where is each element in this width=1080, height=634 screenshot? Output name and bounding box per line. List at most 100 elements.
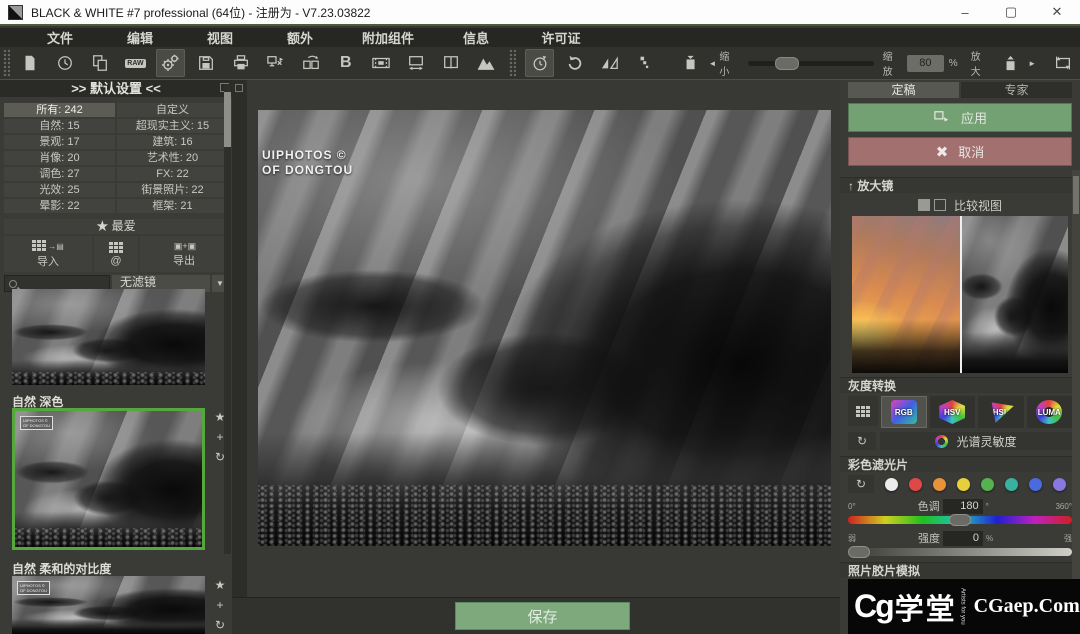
bottom-bar: 保存	[232, 597, 840, 634]
tab-finalize[interactable]: 定稿	[848, 82, 959, 98]
intensity-slider-handle[interactable]	[848, 546, 870, 558]
filter-white-dot[interactable]	[885, 478, 898, 491]
site-watermark-banner: Cg 学堂 Artists for you CGaep.Com	[848, 579, 1080, 634]
add-preset-icon[interactable]: +	[216, 430, 223, 444]
presets-panel-header[interactable]: >> 默认设置 <<	[0, 80, 232, 97]
grayscale-section-header[interactable]: 灰度转换	[840, 377, 1072, 393]
zoom-out-page-icon[interactable]	[676, 49, 705, 77]
preset-thumbnail-1[interactable]	[12, 289, 205, 385]
category-fx[interactable]: FX: 22	[117, 167, 228, 181]
print-button[interactable]	[226, 49, 255, 77]
compare-divider[interactable]	[960, 216, 962, 373]
add-preset-icon[interactable]: +	[216, 598, 223, 612]
close-button[interactable]: ✕	[1034, 0, 1080, 24]
category-all[interactable]: 所有: 242	[4, 103, 115, 117]
apply-button[interactable]: 应用	[848, 103, 1072, 132]
filter-orange-dot[interactable]	[933, 478, 946, 491]
minimize-button[interactable]: –	[942, 0, 988, 24]
preset-thumbnail-selected[interactable]: UIPHOTOS © OF DONGTOU	[12, 408, 205, 550]
category-artistic[interactable]: 艺术性: 20	[117, 151, 228, 165]
collapse-panel-icon[interactable]	[235, 84, 243, 92]
mode-luma-button[interactable]: LUMA	[1027, 396, 1073, 428]
filter-yellow-dot[interactable]	[957, 478, 970, 491]
category-custom[interactable]: 自定义	[117, 103, 228, 117]
menu-file[interactable]: 文件	[20, 28, 100, 47]
zoom-in-page-icon[interactable]	[996, 49, 1025, 77]
main-image[interactable]: UIPHOTOS © OF DONGTOU	[258, 110, 831, 546]
refresh-preset-icon[interactable]: ↻	[215, 618, 225, 632]
category-surreal[interactable]: 超现实主义: 15	[117, 119, 228, 133]
menu-license[interactable]: 许可证	[516, 28, 606, 47]
batch-processing-button[interactable]: B	[331, 49, 360, 77]
favorite-star-icon[interactable]: ★	[215, 578, 226, 592]
mode-rgb-button[interactable]: RGB	[881, 396, 927, 428]
raw-settings-button[interactable]: RAW	[121, 49, 150, 77]
zoom-in-label: 放大	[971, 48, 990, 78]
zoom-in-arrow-icon[interactable]: ►	[1028, 59, 1036, 68]
menu-info[interactable]: 信息	[436, 28, 516, 47]
develop-settings-button[interactable]	[156, 49, 185, 77]
category-portrait[interactable]: 肖像: 20	[4, 151, 115, 165]
preset-list-scrollbar-thumb[interactable]	[224, 92, 231, 147]
right-panel-scrollbar-thumb[interactable]	[1073, 176, 1079, 214]
filter-violet-dot[interactable]	[1053, 478, 1066, 491]
intensity-slider[interactable]	[848, 548, 1072, 556]
sort-options-button[interactable]	[630, 49, 659, 77]
spectral-sensitivity-button[interactable]: 光谱灵敏度	[880, 432, 1072, 450]
mode-hsv-button[interactable]: HSV	[930, 396, 976, 428]
zoom-slider-handle[interactable]	[775, 57, 799, 70]
cancel-button[interactable]: ✖ 取消	[848, 137, 1072, 166]
histogram-button[interactable]	[471, 49, 500, 77]
redo-icon[interactable]	[560, 49, 589, 77]
category-light[interactable]: 光效: 25	[4, 183, 115, 197]
compare-view-toggle[interactable]: 比较视图	[848, 197, 1072, 213]
maximize-button[interactable]: ▢	[988, 0, 1034, 24]
save-button-toolbar[interactable]	[191, 49, 220, 77]
timer-preview-button[interactable]	[525, 49, 554, 77]
hue-value-field[interactable]: 180	[943, 499, 983, 514]
spectral-reset-button[interactable]: ↻	[848, 432, 876, 450]
tab-expert[interactable]: 专家	[961, 82, 1072, 98]
toolbar-drag-handle[interactable]	[3, 49, 10, 77]
save-image-button[interactable]: 保存	[455, 602, 630, 630]
preset-list-scrollbar[interactable]	[224, 84, 231, 554]
filter-green-dot[interactable]	[981, 478, 994, 491]
filmstrip-button[interactable]	[366, 49, 395, 77]
export-to-pc-button[interactable]	[261, 49, 290, 77]
category-architecture[interactable]: 建筑: 16	[117, 135, 228, 149]
category-street[interactable]: 街景照片: 22	[117, 183, 228, 197]
manual-button[interactable]	[436, 49, 465, 77]
intensity-value-field[interactable]: 0	[943, 531, 983, 546]
compare-preview[interactable]	[852, 216, 1068, 373]
right-panel-scrollbar[interactable]	[1072, 170, 1080, 579]
category-landscape[interactable]: 景观: 17	[4, 135, 115, 149]
filter-reset-button[interactable]: ↻	[848, 475, 874, 493]
image-resize-button[interactable]	[401, 49, 430, 77]
menu-edit[interactable]: 编辑	[100, 28, 180, 47]
zoom-value-field[interactable]: 80	[907, 55, 944, 72]
category-toning[interactable]: 调色: 27	[4, 167, 115, 181]
film-simulation-section-header[interactable]: 照片胶片模拟	[840, 562, 1072, 578]
color-filter-section-header[interactable]: 彩色滤光片	[840, 456, 1072, 472]
menu-addons[interactable]: 附加组件	[340, 28, 436, 47]
filter-red-dot[interactable]	[909, 478, 922, 491]
hue-slider-handle[interactable]	[949, 514, 971, 526]
new-file-button[interactable]	[16, 49, 45, 77]
rotate-crop-button[interactable]	[1048, 49, 1077, 77]
zoom-out-arrow-icon[interactable]: ◄	[708, 59, 716, 68]
filter-blue-dot[interactable]	[1029, 478, 1042, 491]
menu-view[interactable]: 视图	[180, 28, 260, 47]
image-transfer-button[interactable]	[296, 49, 325, 77]
category-nature[interactable]: 自然: 15	[4, 119, 115, 133]
zoom-slider[interactable]	[748, 61, 874, 66]
filter-teal-dot[interactable]	[1005, 478, 1018, 491]
preset-thumbnail-3[interactable]: UIPHOTOS © OF DONGTOU	[12, 576, 205, 634]
magnifier-section-header[interactable]: ↑ 放大镜	[840, 177, 1072, 193]
history-button[interactable]	[51, 49, 80, 77]
copy-settings-button[interactable]	[86, 49, 115, 77]
hue-slider[interactable]	[848, 516, 1072, 524]
menu-extra[interactable]: 额外	[260, 28, 340, 47]
mode-hsl-button[interactable]: HSL	[978, 396, 1024, 428]
before-after-button[interactable]	[595, 49, 624, 77]
matrix-mode-button[interactable]	[848, 396, 878, 426]
